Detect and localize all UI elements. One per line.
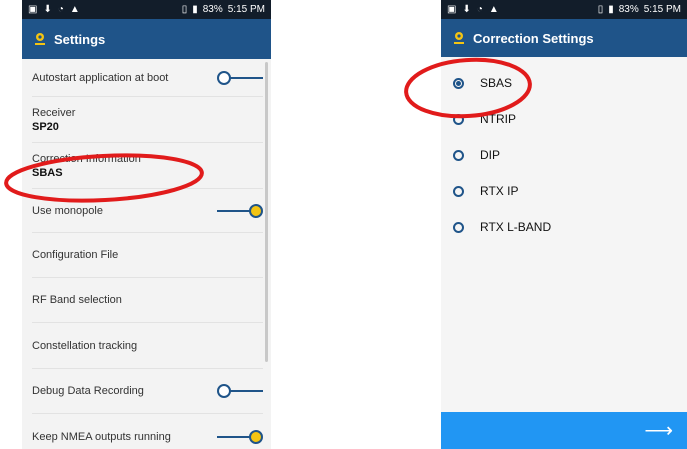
setting-constellation-tracking[interactable]: Constellation tracking <box>32 323 263 369</box>
battery-level: 83% <box>202 4 223 15</box>
download-icon: ⬇ <box>43 3 52 15</box>
setting-autostart[interactable]: Autostart application at boot <box>32 59 263 97</box>
setting-label: Correction Information <box>32 152 141 165</box>
option-dip[interactable]: DIP <box>441 137 687 173</box>
radio-unselected[interactable] <box>453 149 464 161</box>
option-ntrip[interactable]: NTRIP <box>441 101 687 137</box>
vibrate-icon: ▯ <box>181 3 188 15</box>
wifi-icon: ◔ <box>476 3 483 15</box>
download-icon: ⬇ <box>462 3 471 15</box>
option-label: DIP <box>480 148 501 162</box>
settings-list: Autostart application at boot Receiver S… <box>22 59 271 449</box>
setting-label: Debug Data Recording <box>32 385 144 397</box>
arrow-right-icon[interactable]: ⟶ <box>644 418 673 443</box>
setting-label: Keep NMEA outputs running <box>32 430 171 443</box>
image-notification-icon: ▣ <box>447 3 457 15</box>
setting-label: Configuration File <box>32 249 119 261</box>
option-rtx-l-band[interactable]: RTX L-BAND <box>441 209 687 245</box>
autostart-toggle[interactable] <box>217 70 263 85</box>
option-label: RTX IP <box>480 184 519 198</box>
image-notification-icon: ▣ <box>28 3 38 15</box>
setting-configuration-file[interactable]: Configuration File <box>32 233 263 278</box>
app-bar: Correction Settings <box>441 19 687 57</box>
option-label: NTRIP <box>480 112 516 126</box>
warning-icon: ▲ <box>69 3 80 15</box>
wifi-icon: ◔ <box>57 3 64 15</box>
debug-toggle[interactable] <box>217 384 263 398</box>
app-bar: Settings <box>22 19 271 59</box>
clock: 5:15 PM <box>227 4 265 15</box>
setting-label: Autostart application at boot <box>32 71 169 84</box>
setting-label: Constellation tracking <box>32 339 138 352</box>
next-bar[interactable]: ⟶ <box>441 412 687 449</box>
settings-screen: ▣ ⬇ ◔ ▲ ▯ ▮ 83% 5:15 PM Settings Autosta… <box>22 0 271 449</box>
location-pin-icon <box>35 33 45 45</box>
setting-value: SBAS <box>32 166 63 179</box>
correction-settings-screen: ▣ ⬇ ◔ ▲ ▯ ▮ 83% 5:15 PM Correction Setti… <box>441 0 687 449</box>
status-bar: ▣ ⬇ ◔ ▲ ▯ ▮ 83% 5:15 PM <box>22 0 271 19</box>
scrollbar[interactable] <box>265 62 268 362</box>
setting-debug-data[interactable]: Debug Data Recording <box>32 369 263 414</box>
battery-level: 83% <box>618 4 639 15</box>
setting-label: RF Band selection <box>32 294 122 306</box>
page-title: Settings <box>54 31 106 47</box>
setting-rf-band[interactable]: RF Band selection <box>32 278 263 323</box>
setting-receiver[interactable]: Receiver SP20 <box>32 97 263 143</box>
radio-unselected[interactable] <box>453 185 464 197</box>
setting-correction-information[interactable]: Correction Information SBAS <box>32 143 263 189</box>
option-label: RTX L-BAND <box>480 220 552 234</box>
radio-selected[interactable] <box>453 77 464 89</box>
location-pin-icon <box>454 32 464 44</box>
setting-keep-nmea[interactable]: Keep NMEA outputs running <box>32 414 263 449</box>
setting-label: Use monopole <box>32 204 103 217</box>
clock: 5:15 PM <box>643 4 681 15</box>
battery-icon: ▮ <box>608 3 614 15</box>
status-bar: ▣ ⬇ ◔ ▲ ▯ ▮ 83% 5:15 PM <box>441 0 687 19</box>
nmea-toggle[interactable] <box>217 429 263 444</box>
monopole-toggle[interactable] <box>217 203 263 218</box>
option-rtx-ip[interactable]: RTX IP <box>441 173 687 209</box>
page-title: Correction Settings <box>473 30 594 46</box>
setting-use-monopole[interactable]: Use monopole <box>32 189 263 233</box>
correction-options: SBAS NTRIP DIP RTX IP RTX L-BAND <box>441 57 687 245</box>
warning-icon: ▲ <box>488 3 499 15</box>
battery-icon: ▮ <box>192 3 198 15</box>
setting-label: Receiver <box>32 106 76 119</box>
option-label: SBAS <box>480 76 513 90</box>
radio-unselected[interactable] <box>453 113 464 125</box>
option-sbas[interactable]: SBAS <box>441 65 687 101</box>
vibrate-icon: ▯ <box>597 3 604 15</box>
setting-value: SP20 <box>32 120 59 133</box>
radio-unselected[interactable] <box>453 221 464 233</box>
